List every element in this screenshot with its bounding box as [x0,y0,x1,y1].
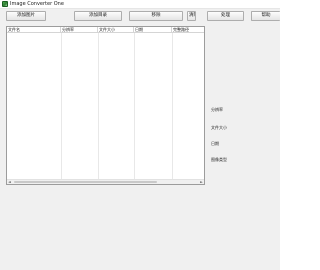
add-folder-button[interactable]: 添加目录 [74,11,122,21]
horizontal-scrollbar[interactable]: ◄ ► [7,179,204,184]
column-header-filename[interactable]: 文件名 [7,27,61,33]
file-size-label: 文件大小 [211,125,227,130]
column-header-date[interactable]: 日期 [134,27,172,33]
convert-button[interactable]: 处理 [207,11,244,21]
image-type-label: 图像类型 [211,157,227,162]
add-image-button[interactable]: 添加图片 [6,11,46,21]
scrollbar-thumb[interactable] [14,181,157,183]
title-bar[interactable]: Image Converter One [0,0,280,9]
remove-button[interactable]: 移除 [129,11,183,21]
file-list[interactable]: 文件名 分辨率 文件大小 日期 完整路径 ◄ ► [6,26,205,185]
help-button[interactable]: 帮助 [251,11,280,21]
date-label: 日期 [211,141,219,146]
column-divider [61,33,62,179]
resolution-label: 分辨率 [211,107,223,112]
scroll-left-icon[interactable]: ◄ [7,180,12,184]
main-window: Image Converter One 添加图片 添加目录 移除 清除 处理 帮… [0,0,280,270]
column-divider [134,33,135,179]
app-icon [2,1,8,7]
column-divider [172,33,173,179]
scroll-right-icon[interactable]: ► [199,180,204,184]
column-header-file-size[interactable]: 文件大小 [98,27,134,33]
column-divider [98,33,99,179]
file-list-header: 文件名 分辨率 文件大小 日期 完整路径 [7,27,204,33]
column-header-resolution[interactable]: 分辨率 [61,27,98,33]
column-header-full-path[interactable]: 完整路径 [172,27,204,33]
clear-button[interactable]: 清除 [187,11,196,21]
window-title: Image Converter One [10,1,64,7]
